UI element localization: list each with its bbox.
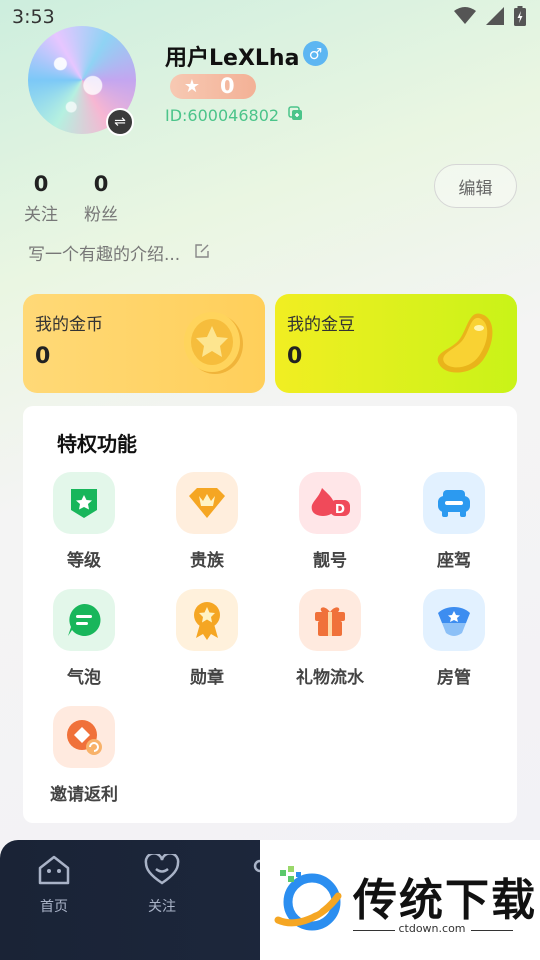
male-icon: ♂ <box>303 41 328 66</box>
bio[interactable]: 写一个有趣的介绍... <box>28 240 180 265</box>
privilege-label: 等级 <box>67 551 101 571</box>
police-cap-icon <box>438 607 470 636</box>
heart-chat-icon <box>144 852 180 885</box>
privilege-room-admin[interactable]: 房管 <box>404 589 504 688</box>
level-number: 0 <box>220 74 235 98</box>
following-label: 关注 <box>24 205 58 225</box>
privileges-card: 特权功能 等级 贵族 D 靓号 座驾 气泡 勋章 礼物流水 房管 邀请返利 <box>23 406 517 823</box>
privilege-label: 礼物流水 <box>296 668 364 688</box>
privilege-label: 邀请返利 <box>50 785 118 805</box>
privilege-gift-log[interactable]: 礼物流水 <box>280 589 380 688</box>
car-icon <box>438 490 470 517</box>
privilege-bubble[interactable]: 气泡 <box>34 589 134 688</box>
tab-follow[interactable]: 关注 <box>122 852 202 916</box>
chat-bubble-icon <box>68 603 101 636</box>
level-shield-icon <box>71 489 97 518</box>
tab-home[interactable]: 首页 <box>14 854 94 916</box>
fans-label: 粉丝 <box>84 205 118 225</box>
privilege-noble[interactable]: 贵族 <box>157 472 257 571</box>
rebate-icon <box>67 720 102 755</box>
privilege-label: 房管 <box>437 668 471 688</box>
username: 用户LeXLha <box>165 46 300 71</box>
coins-value: 0 <box>35 344 51 369</box>
following-stat[interactable]: 0 关注 <box>24 172 58 225</box>
star-icon: ★ <box>183 76 201 97</box>
fans-stat[interactable]: 0 粉丝 <box>84 172 118 225</box>
privilege-label: 座驾 <box>437 551 471 571</box>
gold-coin-icon <box>184 312 243 374</box>
wifi-icon <box>454 7 476 24</box>
medal-icon <box>194 602 220 640</box>
watermark-brand: 传统下载 <box>353 875 537 926</box>
privilege-level[interactable]: 等级 <box>34 472 134 571</box>
privilege-label: 气泡 <box>67 668 101 688</box>
user-id: ID:600046802 <box>165 106 280 125</box>
privilege-invite-rebate[interactable]: 邀请返利 <box>34 706 134 805</box>
level-badge: ★ 0 <box>170 74 256 99</box>
privilege-car[interactable]: 座驾 <box>404 472 504 571</box>
privilege-medal[interactable]: 勋章 <box>157 589 257 688</box>
gold-bean-icon <box>437 313 493 373</box>
diamond-crown-icon <box>189 488 225 518</box>
status-time: 3:53 <box>12 6 55 28</box>
coins-card[interactable]: 我的金币 0 <box>23 294 265 393</box>
watermark-url: ctdown.com <box>398 922 466 935</box>
gift-icon <box>315 607 345 636</box>
beans-title: 我的金豆 <box>287 315 355 335</box>
privilege-pretty-id[interactable]: D 靓号 <box>280 472 380 571</box>
brand-logo-icon <box>274 866 342 931</box>
tab-follow-label: 关注 <box>148 899 176 915</box>
battery-icon <box>514 6 526 26</box>
signal-icon <box>486 7 504 25</box>
home-icon <box>38 855 70 885</box>
following-count: 0 <box>33 172 49 196</box>
copy-icon[interactable] <box>288 106 304 122</box>
watermark-overlay: 传统下载 ctdown.com <box>260 840 540 960</box>
switch-avatar-icon[interactable]: ⇌ <box>106 108 134 136</box>
beans-value: 0 <box>287 344 303 369</box>
edit-profile-button[interactable]: 编辑 <box>434 164 517 208</box>
tab-home-label: 首页 <box>40 899 68 915</box>
fans-count: 0 <box>93 172 109 196</box>
svg-text:D: D <box>335 502 345 516</box>
privilege-label: 勋章 <box>190 668 224 688</box>
privilege-label: 靓号 <box>313 551 347 571</box>
coins-title: 我的金币 <box>35 315 103 335</box>
edit-pen-icon[interactable] <box>194 243 210 259</box>
beans-card[interactable]: 我的金豆 0 <box>275 294 517 393</box>
privileges-title: 特权功能 <box>57 432 137 456</box>
privilege-label: 贵族 <box>190 551 224 571</box>
flame-id-icon: D <box>311 488 350 516</box>
